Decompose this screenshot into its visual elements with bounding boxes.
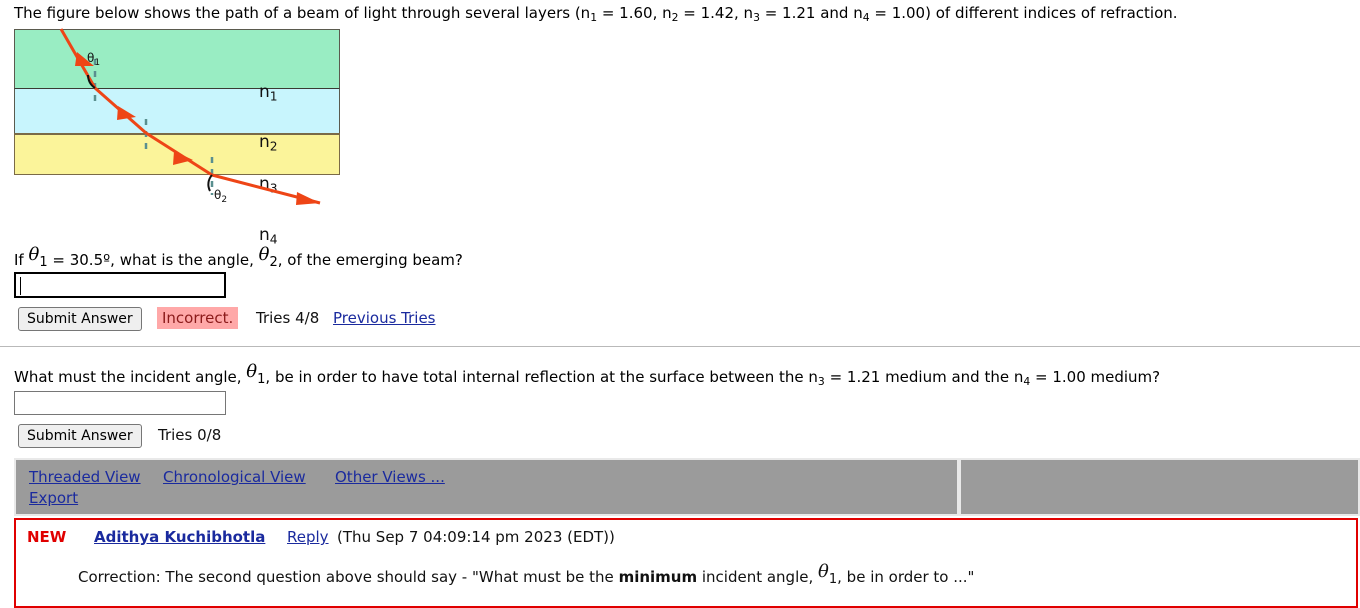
submit-answer-button-2[interactable]: Submit Answer	[18, 424, 142, 448]
toolbar-cell-left	[16, 460, 957, 514]
post-body: Correction: The second question above sh…	[78, 561, 975, 587]
q1-mid: = 30.5º, what is the angle,	[47, 251, 259, 269]
post-body-post: , be in order to ..."	[837, 568, 975, 586]
q2-theta-subscript: 1	[257, 372, 266, 387]
theta2-label: θ2	[214, 188, 227, 205]
export-link[interactable]: Export	[29, 489, 78, 507]
problem-page: The figure below shows the path of a bea…	[0, 0, 1360, 608]
post-theta-symbol: θ	[818, 561, 829, 582]
section-divider	[0, 346, 1360, 347]
q2-end: = 1.00 medium?	[1030, 368, 1161, 386]
feedback-incorrect-badge: Incorrect.	[157, 307, 239, 329]
q2-prefix: What must the incident angle,	[14, 368, 247, 386]
n4-subscript: 4	[269, 232, 278, 247]
discussion-toolbar	[14, 458, 1360, 516]
q2-n3-subscript: 3	[817, 375, 825, 389]
toolbar-cell-right	[961, 460, 1358, 514]
answer-input-question-1[interactable]	[14, 272, 226, 298]
beam-path-svg: θ1 θ2	[59, 28, 321, 205]
intro-sub-4: 4	[862, 11, 870, 25]
other-views-link[interactable]: Other Views ...	[335, 468, 445, 486]
previous-tries-link[interactable]: Previous Tries	[333, 309, 436, 327]
intro-prefix: The figure below shows the path of a bea…	[14, 4, 591, 22]
q1-prefix: If	[14, 251, 29, 269]
new-post-badge: NEW	[27, 528, 67, 546]
threaded-view-link[interactable]: Threaded View	[29, 468, 141, 486]
arrowhead-2	[117, 106, 136, 120]
q1-theta2-symbol: θ	[258, 244, 270, 265]
post-author-link[interactable]: Adithya Kuchibhotla	[94, 528, 265, 546]
intro-val-1: = 1.60,	[597, 4, 663, 22]
intro-val-2: = 1.42,	[678, 4, 744, 22]
intro-sub-2: 2	[671, 11, 679, 25]
q2-theta-symbol: θ	[246, 361, 258, 382]
q1-suffix: , of the emerging beam?	[277, 251, 463, 269]
intro-val-4: = 1.00) of different indices of refracti…	[869, 4, 1178, 22]
tries-counter-2: Tries 0/8	[158, 426, 222, 444]
question-1-text: If θ1 = 30.5º, what is the angle, θ2, of…	[14, 245, 463, 272]
reply-link[interactable]: Reply	[287, 528, 329, 546]
light-beam	[59, 28, 321, 205]
question-2-text: What must the incident angle, θ1, be in …	[14, 362, 1161, 392]
post-timestamp: (Thu Sep 7 04:09:14 pm 2023 (EDT))	[337, 528, 615, 546]
answer-input-question-2[interactable]	[14, 391, 226, 415]
q2-suffix: , be in order to have total internal ref…	[265, 368, 818, 386]
refraction-diagram: n1 n2 n3 n4 θ1 θ2	[14, 28, 340, 246]
submit-answer-button-1[interactable]: Submit Answer	[18, 307, 142, 331]
intro-val-3: = 1.21 and	[759, 4, 854, 22]
chronological-view-link[interactable]: Chronological View	[163, 468, 306, 486]
beam-arrowheads	[75, 52, 320, 205]
arrowhead-4	[296, 192, 320, 205]
q1-theta-symbol: θ	[28, 244, 40, 265]
arrowhead-3	[173, 151, 193, 165]
post-theta-subscript: 1	[828, 572, 838, 587]
post-body-emphasis: minimum	[618, 568, 698, 586]
post-body-mid: incident angle,	[697, 568, 819, 586]
q1-theta2-subscript: 2	[269, 255, 278, 270]
post-body-pre: Correction: The second question above sh…	[78, 568, 619, 586]
q1-theta-subscript: 1	[39, 255, 48, 270]
problem-intro-text: The figure below shows the path of a bea…	[14, 4, 1178, 25]
tries-counter-1: Tries 4/8	[256, 309, 320, 327]
text-cursor	[20, 277, 21, 295]
q2-mid: = 1.21 medium and the n	[824, 368, 1024, 386]
intro-sub-3: 3	[753, 11, 760, 25]
